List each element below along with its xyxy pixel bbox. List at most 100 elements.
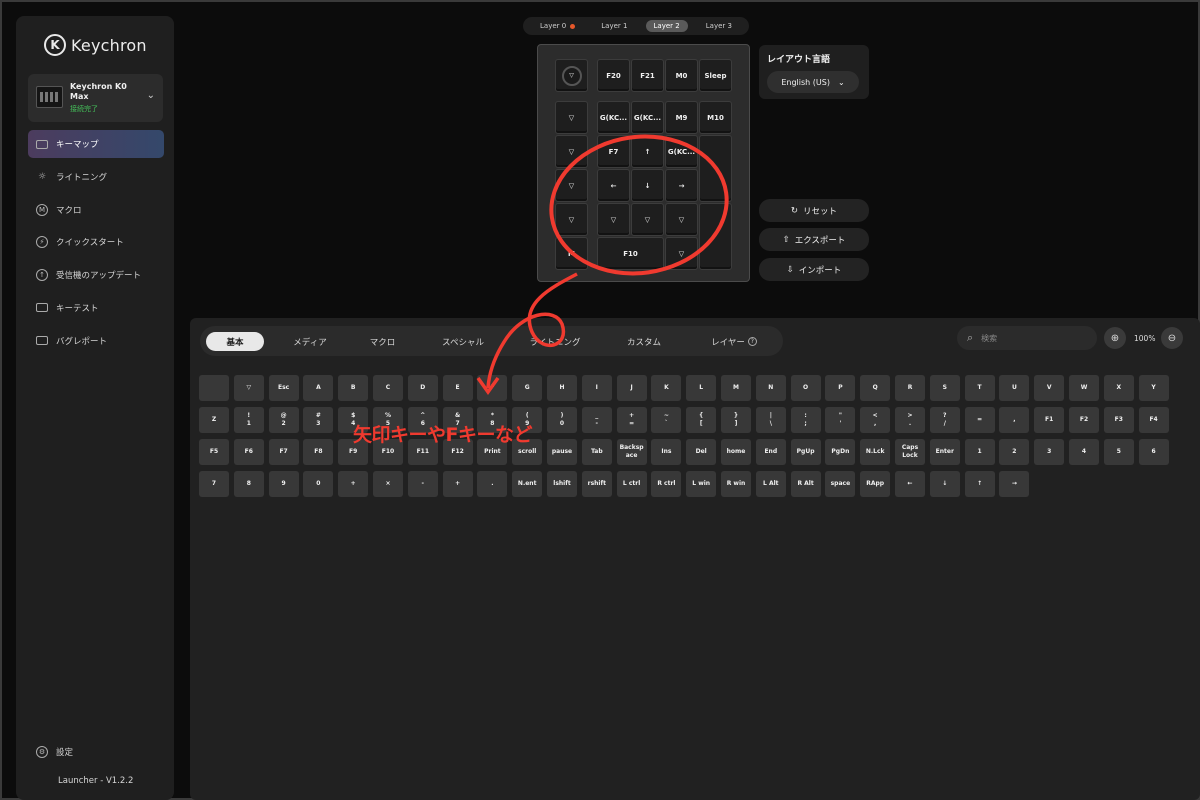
settings-button[interactable]: ⚙ 設定 (36, 746, 73, 758)
keycode-key[interactable]: @ 2 (268, 407, 299, 433)
keycode-key[interactable]: E (442, 375, 473, 401)
import-button[interactable]: ⇩ インポート (759, 258, 869, 281)
keyboard-key[interactable]: → (665, 169, 698, 202)
keycode-key[interactable]: home (721, 439, 751, 465)
keycode-key[interactable]: R ctrl (651, 471, 682, 497)
keycode-key[interactable]: 0 (303, 471, 334, 497)
keycode-key[interactable]: ← (895, 471, 925, 497)
keycode-key[interactable]: < , (860, 407, 891, 433)
keycode-key[interactable]: space (825, 471, 856, 497)
keycode-key[interactable]: O (790, 375, 821, 401)
keycode-key[interactable]: L ctrl (616, 471, 647, 497)
keycode-key[interactable]: N.ent (512, 471, 543, 497)
keycode-key[interactable]: L win (686, 471, 717, 497)
keycode-key[interactable]: ↓ (929, 471, 960, 497)
layout-language-select[interactable]: English (US) ⌄ (767, 71, 859, 93)
keycode-key[interactable]: Caps Lock (895, 439, 925, 465)
keycode-key[interactable]: : ; (790, 407, 821, 433)
keycode-key[interactable]: F5 (199, 439, 229, 465)
tab-layer-1[interactable]: Layer 1 (593, 20, 635, 32)
sidebar-item-receiver-update[interactable]: ↑ 受信機のアップデート (28, 261, 164, 289)
keycode-key[interactable]: X (1103, 375, 1134, 401)
keycode-key[interactable]: F (477, 375, 508, 401)
keyboard-key[interactable] (699, 203, 732, 270)
keycode-key[interactable]: 6 (1138, 439, 1169, 465)
export-button[interactable]: ⇧ エクスポート (759, 228, 869, 251)
keyboard-key[interactable]: ▽ (555, 169, 588, 202)
tab-basic[interactable]: 基本 (206, 332, 264, 351)
keycode-key[interactable]: Backsp ace (616, 439, 647, 465)
keycode-key[interactable]: V (1034, 375, 1065, 401)
keycode-key[interactable]: ? / (929, 407, 960, 433)
keycode-key[interactable]: 9 (268, 471, 299, 497)
tab-special[interactable]: スペシャル (428, 332, 498, 351)
keyboard-key[interactable]: ▽ (555, 101, 588, 134)
keyboard-key[interactable]: G(KC... (665, 135, 698, 168)
device-selector[interactable]: Keychron K0 Max 接続完了 ⌄ (28, 74, 163, 122)
keycode-key[interactable]: D (407, 375, 438, 401)
keycode-key[interactable]: Enter (929, 439, 960, 465)
tab-layer[interactable]: レイヤー ? (700, 332, 768, 351)
keycode-key[interactable]: rshift (581, 471, 612, 497)
keycode-key[interactable]: K (651, 375, 682, 401)
keycode-key[interactable]: F8 (303, 439, 334, 465)
keyboard-key[interactable] (699, 135, 732, 202)
keycode-key[interactable]: I (581, 375, 612, 401)
keycode-key[interactable]: W (1069, 375, 1099, 401)
keyboard-key[interactable]: ▽ (555, 135, 588, 168)
keycode-key[interactable]: A (303, 375, 334, 401)
keycode-key[interactable]: S (929, 375, 960, 401)
keycode-key[interactable]: ) 0 (547, 407, 577, 433)
keycode-key[interactable]: Z (199, 407, 229, 433)
keyboard-key[interactable]: F21 (631, 59, 664, 92)
zoom-out-icon[interactable]: ⊖ (1161, 327, 1183, 349)
keycode-key[interactable]: } ] (721, 407, 751, 433)
keycode-key[interactable]: R win (721, 471, 751, 497)
keyboard-key[interactable]: F10 (597, 237, 664, 270)
keycode-key[interactable]: " ' (825, 407, 856, 433)
keycode-key[interactable]: F7 (268, 439, 299, 465)
keycode-key[interactable]: ! 1 (233, 407, 264, 433)
tab-macro[interactable]: マクロ (355, 332, 410, 351)
keycode-key[interactable]: B (338, 375, 369, 401)
keycode-key[interactable]: 2 (999, 439, 1030, 465)
keycode-key[interactable]: N (755, 375, 786, 401)
keycode-key[interactable]: L Alt (755, 471, 786, 497)
keycode-key[interactable]: C (373, 375, 403, 401)
keycode-key[interactable]: Esc (268, 375, 299, 401)
keycode-key[interactable]: G (512, 375, 543, 401)
keycode-key[interactable]: R Alt (790, 471, 821, 497)
keycode-key[interactable] (199, 375, 229, 401)
tab-lighting[interactable]: ライトニング (520, 332, 590, 351)
keycode-key[interactable]: 4 (1069, 439, 1099, 465)
keycode-key[interactable]: R (895, 375, 925, 401)
search-input[interactable] (981, 333, 1082, 343)
keyboard-key[interactable]: ▽ (665, 237, 698, 270)
keycode-key[interactable]: = (964, 407, 995, 433)
keycode-key[interactable]: pause (547, 439, 577, 465)
keycode-key[interactable]: _ - (581, 407, 612, 433)
keycode-key[interactable]: , (999, 407, 1030, 433)
keycode-key[interactable]: PgUp (790, 439, 821, 465)
keycode-key[interactable]: F1 (1034, 407, 1065, 433)
sidebar-item-keymap[interactable]: キーマップ (28, 130, 164, 158)
keycode-key[interactable]: . (477, 471, 508, 497)
keycode-key[interactable]: × (373, 471, 403, 497)
keycode-key[interactable]: 8 (233, 471, 264, 497)
tab-media[interactable]: メディア (280, 332, 340, 351)
keycode-key[interactable]: N.Lck (860, 439, 891, 465)
keycode-key[interactable]: H (547, 375, 577, 401)
keycode-key[interactable]: Q (860, 375, 891, 401)
keycode-key[interactable]: ~ ` (651, 407, 682, 433)
keycode-key[interactable]: J (616, 375, 647, 401)
keycode-key[interactable]: F3 (1103, 407, 1134, 433)
keycode-key[interactable]: L (686, 375, 717, 401)
keycode-key[interactable]: # 3 (303, 407, 334, 433)
keyboard-key[interactable]: ▽ (631, 203, 664, 236)
keyboard-key[interactable]: ← (597, 169, 630, 202)
keycode-key[interactable]: 5 (1103, 439, 1134, 465)
keyboard-key[interactable]: ↓ (631, 169, 664, 202)
keyboard-key[interactable]: ▽ (597, 203, 630, 236)
sidebar-item-quickstart[interactable]: ⚡ クイックスタート (28, 228, 164, 256)
keycode-key[interactable]: ▽ (233, 375, 264, 401)
